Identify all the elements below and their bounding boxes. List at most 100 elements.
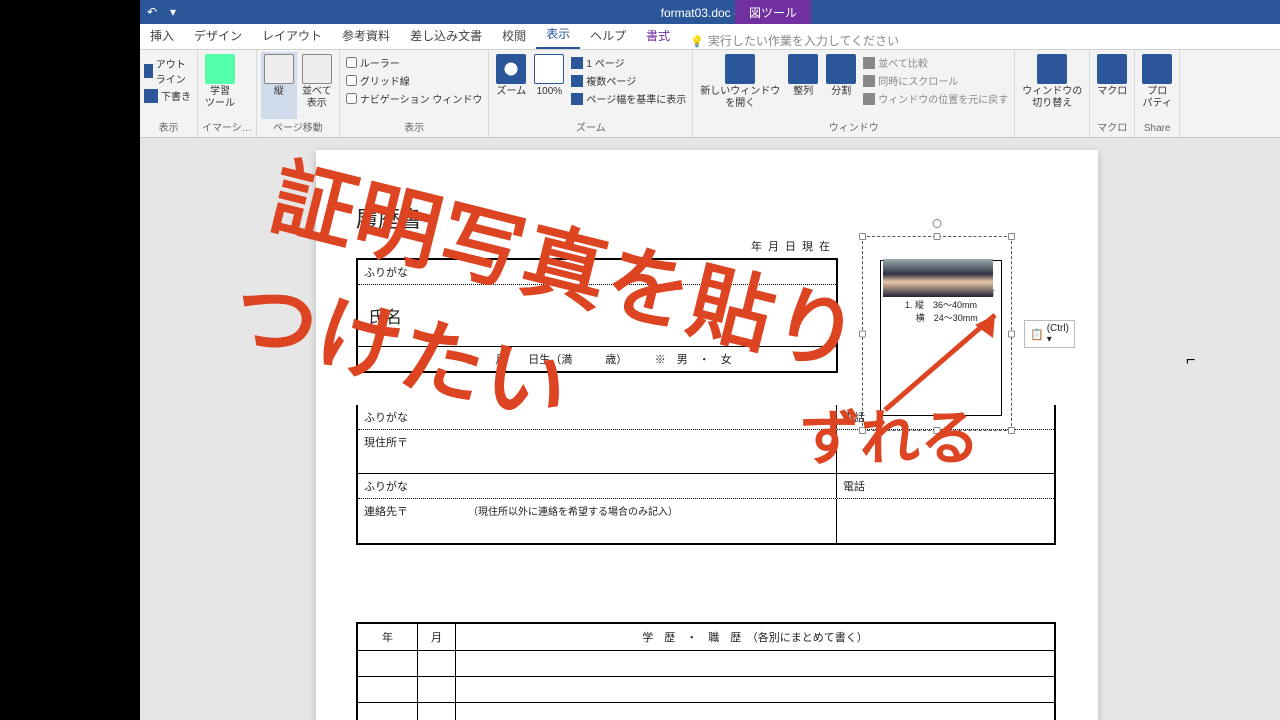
group-label-immersive: イマーシ… bbox=[202, 119, 252, 135]
tab-format[interactable]: 書式 bbox=[636, 22, 680, 49]
hist-header: 学 歴 ・ 職 歴 （各別にまとめて書く） bbox=[456, 624, 1054, 650]
birth-row: 年 月 日生（満 歳） ※ 男 ・ 女 bbox=[358, 347, 836, 371]
address-label: 現住所〒 bbox=[358, 430, 836, 473]
title-bar: ↶ ▾ format03.doc - 互換モード 図ツール bbox=[140, 0, 1280, 24]
resize-handle-ne[interactable] bbox=[1008, 233, 1015, 240]
resize-handle-w[interactable] bbox=[859, 330, 866, 337]
group-label-macro: マクロ bbox=[1094, 119, 1130, 135]
zoom-button[interactable]: ズーム bbox=[493, 52, 529, 119]
group-label-views: 表示 bbox=[144, 119, 193, 135]
name-table: ふりがな 氏名 年 月 日生（満 歳） ※ 男 ・ 女 bbox=[356, 258, 838, 373]
resize-handle-nw[interactable] bbox=[859, 233, 866, 240]
undo-button[interactable]: ↶ bbox=[140, 5, 164, 19]
group-label-share: Share bbox=[1139, 123, 1175, 135]
vertical-button[interactable]: 縦 bbox=[261, 52, 297, 119]
paste-options-button[interactable]: (Ctrl) ▾ bbox=[1024, 320, 1075, 348]
multi-page-button[interactable]: 複数ページ bbox=[569, 72, 688, 89]
outline-icon bbox=[144, 64, 153, 78]
draft-view-button[interactable]: 下書き bbox=[144, 88, 193, 103]
tab-view[interactable]: 表示 bbox=[536, 20, 580, 49]
tab-review[interactable]: 校閲 bbox=[492, 22, 536, 49]
side-icon bbox=[302, 54, 332, 84]
ruler-checkbox[interactable]: ルーラー bbox=[344, 54, 485, 71]
hist-year-header: 年 bbox=[358, 624, 418, 650]
arrange-button[interactable]: 整列 bbox=[785, 52, 821, 119]
resize-handle-se[interactable] bbox=[1008, 427, 1015, 434]
zoom-100-button[interactable]: 100% bbox=[531, 52, 567, 119]
zoom-icon bbox=[496, 54, 526, 84]
one-page-button[interactable]: 1 ページ bbox=[569, 54, 688, 71]
ribbon-tabs: 挿入 デザイン レイアウト 参考資料 差し込み文書 校閲 表示 ヘルプ 書式 実… bbox=[140, 24, 1280, 50]
side-by-side-button[interactable]: 並べて 表示 bbox=[299, 52, 335, 119]
page-width-icon bbox=[571, 93, 583, 105]
page: 履歴書 年月日現在 ふりがな 氏名 年 月 日生（満 歳） ※ 男 ・ 女 ふり… bbox=[316, 150, 1098, 720]
compare-icon bbox=[863, 57, 875, 69]
phone2-label: 電話 bbox=[836, 474, 1054, 498]
group-label-switch bbox=[1019, 123, 1085, 135]
compare-side-button: 並べて比較 bbox=[861, 54, 1010, 71]
pasted-photo[interactable] bbox=[883, 259, 993, 297]
arrange-icon bbox=[788, 54, 818, 84]
learning-tools-button[interactable]: 学習 ツール bbox=[202, 52, 238, 119]
furigana3: ふりがな bbox=[358, 474, 836, 498]
pasted-image-selection[interactable] bbox=[862, 236, 1012, 431]
lightbulb-icon bbox=[690, 34, 704, 48]
history-table: 年 月 学 歴 ・ 職 歴 （各別にまとめて書く） bbox=[356, 622, 1056, 720]
resize-handle-sw[interactable] bbox=[859, 427, 866, 434]
new-window-icon bbox=[725, 54, 755, 84]
furigana2: ふりがな bbox=[358, 405, 836, 429]
table-row bbox=[358, 651, 1054, 677]
gridlines-checkbox[interactable]: グリッド線 bbox=[344, 72, 485, 89]
one-page-icon bbox=[571, 57, 583, 69]
date-line: 年月日現在 bbox=[751, 238, 836, 254]
qat-dropdown[interactable]: ▾ bbox=[164, 5, 182, 19]
outline-view-button[interactable]: アウトライン bbox=[144, 56, 193, 86]
hist-month-header: 月 bbox=[418, 624, 456, 650]
contact-label: 連絡先〒（現住所以外に連絡を希望する場合のみ記入） bbox=[358, 499, 836, 543]
window-title: format03.doc - 互換モード bbox=[182, 4, 1280, 21]
picture-tools-tab[interactable]: 図ツール bbox=[735, 0, 811, 24]
resume-title: 履歴書 bbox=[356, 202, 422, 234]
tab-help[interactable]: ヘルプ bbox=[580, 22, 636, 49]
switch-icon bbox=[1037, 54, 1067, 84]
reset-icon bbox=[863, 93, 875, 105]
tab-layout[interactable]: レイアウト bbox=[252, 22, 332, 49]
table-row bbox=[358, 677, 1054, 703]
group-label-zoom: ズーム bbox=[493, 119, 688, 135]
tell-me-search[interactable]: 実行したい作業を入力してください bbox=[690, 32, 899, 49]
group-label-pagemove: ページ移動 bbox=[261, 119, 335, 135]
hundred-icon bbox=[534, 54, 564, 84]
learning-icon bbox=[205, 54, 235, 84]
split-button[interactable]: 分割 bbox=[823, 52, 859, 119]
resize-handle-e[interactable] bbox=[1008, 330, 1015, 337]
page-width-button[interactable]: ページ幅を基準に表示 bbox=[569, 90, 688, 107]
group-label-show: 表示 bbox=[344, 119, 485, 135]
tab-references[interactable]: 参考資料 bbox=[332, 22, 400, 49]
switch-window-button[interactable]: ウィンドウの 切り替え bbox=[1019, 52, 1085, 123]
sync-icon bbox=[863, 75, 875, 87]
draft-icon bbox=[144, 89, 158, 103]
macro-button[interactable]: マクロ bbox=[1094, 52, 1130, 119]
props-icon bbox=[1142, 54, 1172, 84]
reset-pos-button: ウィンドウの位置を元に戻す bbox=[861, 90, 1010, 107]
properties-button[interactable]: プロ パティ bbox=[1139, 52, 1175, 123]
ribbon: アウトライン 下書き 表示 学習 ツール イマーシ… 縦 並べて 表示 ページ移… bbox=[140, 50, 1280, 138]
document-area[interactable]: 履歴書 年月日現在 ふりがな 氏名 年 月 日生（満 歳） ※ 男 ・ 女 ふり… bbox=[140, 138, 1280, 720]
tab-mailings[interactable]: 差し込み文書 bbox=[400, 22, 492, 49]
rotate-handle[interactable] bbox=[933, 219, 942, 228]
sync-scroll-button: 同時にスクロール bbox=[861, 72, 1010, 89]
resize-handle-s[interactable] bbox=[934, 427, 941, 434]
multi-page-icon bbox=[571, 75, 583, 87]
split-icon bbox=[826, 54, 856, 84]
new-window-button[interactable]: 新しいウィンドウ を開く bbox=[697, 52, 783, 119]
macro-icon bbox=[1097, 54, 1127, 84]
tab-design[interactable]: デザイン bbox=[184, 22, 252, 49]
table-row bbox=[358, 703, 1054, 720]
resize-handle-n[interactable] bbox=[934, 233, 941, 240]
crop-marks-icon: ⌐ bbox=[1186, 352, 1195, 370]
furigana-label: ふりがな bbox=[358, 260, 414, 284]
navpane-checkbox[interactable]: ナビゲーション ウィンドウ bbox=[344, 90, 485, 107]
tab-insert[interactable]: 挿入 bbox=[140, 22, 184, 49]
name-label: 氏名 bbox=[358, 285, 412, 346]
group-label-window: ウィンドウ bbox=[697, 119, 1010, 135]
